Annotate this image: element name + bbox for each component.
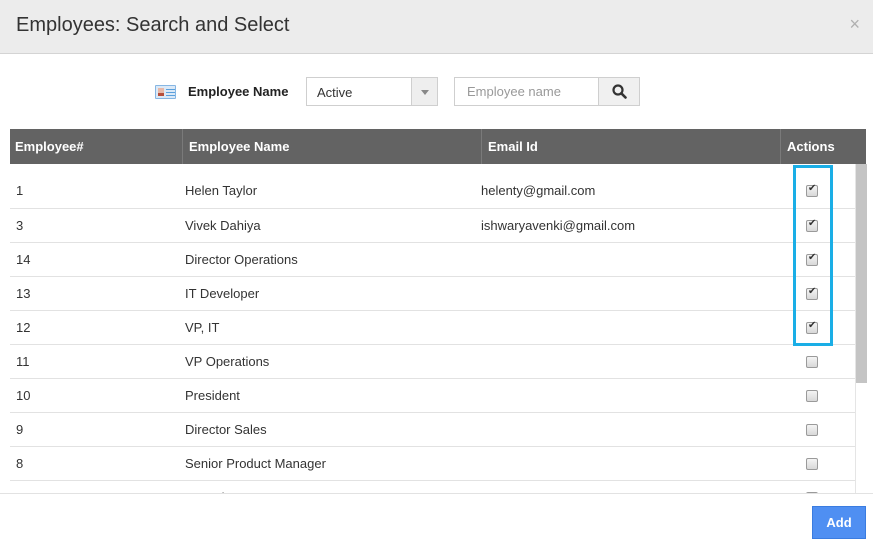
employee-number: 8: [16, 456, 24, 471]
employee-email: helenty@gmail.com: [481, 183, 596, 198]
employee-number: 13: [16, 286, 31, 301]
table-row[interactable]: 12 VP, IT: [10, 311, 855, 345]
employee-number: 3: [16, 218, 24, 233]
employee-number: 1: [16, 183, 24, 198]
select-checkbox[interactable]: [806, 183, 818, 197]
table-header: Employee# Employee Name Email Id Actions: [10, 129, 866, 164]
select-checkbox[interactable]: [806, 218, 818, 232]
table-row[interactable]: 11 VP Operations: [10, 345, 855, 379]
column-header-email[interactable]: Email Id: [481, 129, 780, 164]
employee-number: 9: [16, 422, 24, 437]
employee-name: VP, IT: [185, 320, 220, 335]
chevron-down-icon[interactable]: [411, 78, 437, 105]
employee-name: Director Operations: [185, 252, 298, 267]
employee-number: 11: [16, 354, 30, 369]
select-checkbox[interactable]: [806, 320, 818, 334]
select-checkbox[interactable]: [806, 458, 818, 470]
table-scrollbar[interactable]: [855, 164, 867, 493]
table-row[interactable]: 10 President: [10, 379, 855, 413]
table-row[interactable]: 14 Director Operations: [10, 243, 855, 277]
table-row[interactable]: 8 Senior Product Manager: [10, 447, 855, 481]
column-header-actions: Actions: [780, 129, 866, 164]
select-checkbox[interactable]: [806, 424, 818, 436]
status-select-value: Active: [317, 85, 353, 100]
select-checkbox[interactable]: [806, 390, 818, 402]
status-select[interactable]: Active: [306, 77, 438, 106]
scrollbar-thumb[interactable]: [856, 164, 867, 383]
table-row[interactable]: 1 Helen Taylor helenty@gmail.com: [10, 164, 855, 209]
column-header-employee-name[interactable]: Employee Name: [182, 129, 481, 164]
employee-name: IT Developer: [185, 286, 260, 301]
table-row[interactable]: 9 Director Sales: [10, 413, 855, 447]
search-icon: [612, 84, 627, 99]
employee-name-label: Employee Name: [188, 84, 289, 99]
employees-table: Employee# Employee Name Email Id Actions…: [10, 129, 866, 493]
table-row[interactable]: 3 Vivek Dahiya ishwaryavenki@gmail.com: [10, 209, 855, 243]
filter-bar: Employee Name Active: [0, 77, 873, 107]
close-icon[interactable]: ×: [849, 14, 860, 34]
employee-name: Director Sales: [185, 422, 267, 437]
dialog-title: Employees: Search and Select: [16, 14, 290, 36]
select-checkbox[interactable]: [806, 286, 818, 300]
footer-divider: [0, 493, 873, 494]
employee-number: 12: [16, 320, 31, 335]
employee-number: 14: [16, 252, 31, 267]
employee-card-icon: [155, 85, 176, 99]
table-row[interactable]: 7VP Sales: [10, 481, 855, 493]
employee-email: ishwaryavenki@gmail.com: [481, 218, 636, 233]
employee-name: Senior Product Manager: [185, 456, 326, 471]
employee-name: VP Operations: [185, 354, 270, 369]
select-checkbox[interactable]: [806, 252, 818, 266]
table-body: 1 Helen Taylor helenty@gmail.com 3 Vivek Dah…: [10, 164, 855, 493]
employee-name: Vivek Dahiya: [185, 218, 261, 233]
dialog-header: Employees: Search and Select ×: [0, 0, 873, 54]
employee-name-search-input[interactable]: [454, 77, 599, 106]
employee-number: 10: [16, 388, 31, 403]
select-checkbox[interactable]: [806, 356, 818, 368]
employee-name: Helen Taylor: [185, 183, 258, 198]
table-row[interactable]: 13 IT Developer: [10, 277, 855, 311]
employee-name: President: [185, 388, 240, 403]
column-header-employee-number[interactable]: Employee#: [10, 129, 182, 164]
search-button[interactable]: [598, 77, 640, 106]
add-button[interactable]: Add: [812, 506, 866, 539]
